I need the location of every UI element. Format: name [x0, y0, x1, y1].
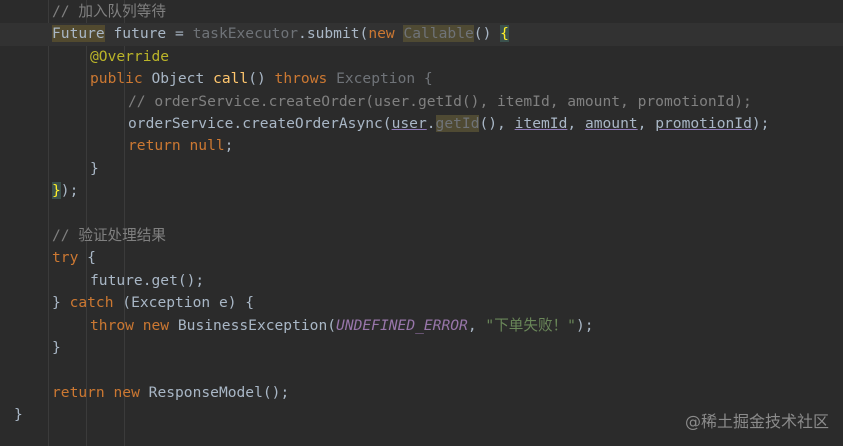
code-line[interactable]: future.get();	[0, 270, 843, 292]
code-token: ()	[248, 70, 275, 88]
code-text: }	[90, 158, 99, 180]
code-token: {	[500, 25, 509, 43]
code-token: }	[52, 339, 61, 356]
code-token: ;	[224, 137, 234, 155]
code-text: });	[52, 180, 78, 202]
code-token: future.get();	[90, 271, 205, 289]
code-text: future.get();	[90, 270, 204, 292]
code-token: UNDEFINED_ERROR	[336, 316, 468, 334]
code-token: .	[426, 115, 436, 132]
code-line[interactable]: Future future = taskExecutor.submit(new …	[0, 23, 843, 46]
code-text: // orderService.createOrder(user.getId()…	[128, 91, 752, 113]
code-token: }	[90, 159, 99, 177]
code-token: }	[14, 406, 23, 424]
code-line[interactable]: return new ResponseModel();	[0, 382, 843, 404]
code-token: {	[87, 249, 96, 267]
code-text: Future future = taskExecutor.submit(new …	[52, 23, 509, 45]
code-token: // 加入队列等待	[52, 3, 166, 20]
code-text: }	[52, 337, 61, 359]
code-line[interactable]: throw new BusinessException(UNDEFINED_ER…	[0, 315, 843, 337]
code-token: future =	[104, 25, 193, 43]
code-token: try	[52, 249, 88, 267]
code-line[interactable]: orderService.createOrderAsync(user.getId…	[0, 113, 843, 135]
code-token: "下单失败！"	[485, 316, 576, 334]
code-line[interactable]	[0, 359, 843, 381]
code-line[interactable]: } catch (Exception e) {	[0, 292, 843, 314]
code-token: throws	[274, 70, 337, 88]
code-token: public	[90, 70, 152, 88]
code-editor[interactable]: // 加入队列等待 Future future = taskExecutor.su…	[0, 0, 843, 446]
code-line[interactable]: // 加入队列等待	[0, 1, 843, 23]
code-token: );	[575, 316, 594, 334]
code-text: }	[14, 404, 23, 426]
code-line[interactable]: });	[0, 180, 843, 202]
code-token: ,	[637, 115, 656, 132]
code-text: // 验证处理结果	[52, 225, 166, 247]
code-text: try {	[52, 247, 96, 269]
code-token: }	[52, 182, 61, 200]
code-token: return new	[52, 383, 149, 401]
code-line[interactable]: @Override	[0, 46, 843, 68]
code-token: );	[60, 182, 79, 200]
code-text: @Override	[90, 46, 169, 68]
code-token: ,	[467, 316, 486, 334]
code-text: // 加入队列等待	[52, 1, 166, 23]
code-token: call	[213, 70, 249, 88]
code-text: throw new BusinessException(UNDEFINED_ER…	[90, 315, 594, 337]
code-line[interactable]: // 验证处理结果	[0, 225, 843, 247]
code-text: public Object call() throws Exception {	[90, 68, 433, 90]
code-text: return new ResponseModel();	[52, 382, 289, 404]
code-token: }	[52, 294, 70, 312]
code-line[interactable]: return null;	[0, 135, 843, 157]
code-line[interactable]: }	[0, 337, 843, 359]
code-line[interactable]	[0, 203, 843, 225]
code-token: ResponseModel();	[148, 383, 290, 401]
code-token: Callable	[403, 25, 474, 43]
code-token: (),	[479, 115, 515, 132]
code-text: } catch (Exception e) {	[52, 292, 254, 314]
code-line[interactable]: public Object call() throws Exception {	[0, 68, 843, 90]
code-token: (Exception e) {	[122, 294, 255, 312]
code-line[interactable]: // orderService.createOrder(user.getId()…	[0, 91, 843, 113]
code-text: orderService.createOrderAsync(user.getId…	[128, 113, 769, 135]
code-token: );	[751, 115, 770, 132]
code-token: // orderService.createOrder(user.getId()…	[128, 92, 752, 110]
code-token: return null	[128, 137, 225, 155]
code-token: // 验证处理结果	[52, 227, 166, 244]
code-text: return null;	[128, 135, 233, 157]
code-token: ()	[473, 25, 501, 43]
code-token: catch	[69, 294, 123, 312]
code-token: new	[368, 25, 404, 43]
code-token: Exception {	[336, 70, 433, 88]
code-line[interactable]: try {	[0, 247, 843, 269]
code-token: amount	[584, 115, 638, 132]
code-token: itemId	[514, 115, 568, 132]
watermark-text: @稀土掘金技术社区	[684, 412, 829, 431]
code-token: Future	[52, 25, 105, 43]
code-token: .submit(	[298, 25, 369, 43]
code-token: throw new	[90, 316, 178, 334]
code-token: BusinessException(	[177, 316, 337, 334]
code-token: taskExecutor	[192, 25, 299, 43]
code-token: getId	[435, 115, 480, 132]
code-line[interactable]: }	[0, 158, 843, 180]
code-token: promotionId	[655, 115, 752, 132]
code-token: user	[391, 115, 427, 132]
code-token: Object	[151, 70, 214, 88]
code-token: ,	[567, 115, 585, 132]
code-token: @Override	[90, 47, 170, 65]
code-token: orderService.createOrderAsync(	[128, 115, 392, 132]
